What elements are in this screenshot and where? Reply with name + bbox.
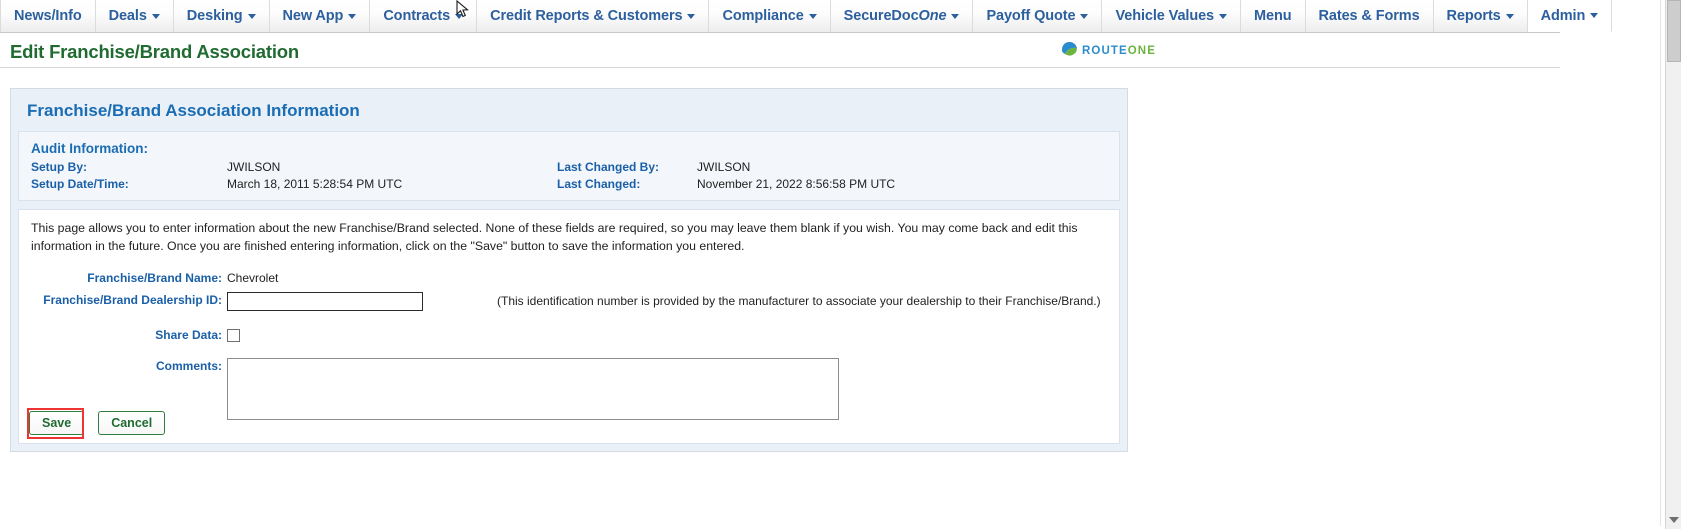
form-row-dealership-id: Franchise/Brand Dealership ID: (This ide…	[31, 291, 1107, 311]
nav-item-label: Admin	[1540, 7, 1586, 24]
nav-item-news-info[interactable]: News/Info	[0, 0, 96, 32]
nav-item-vehicle-values[interactable]: Vehicle Values	[1102, 0, 1242, 32]
nav-item-label: Desking	[186, 8, 243, 24]
page-title-bar: Edit Franchise/Brand Association ROUTEON…	[0, 33, 1560, 68]
brand-name-value: Chevrolet	[227, 270, 279, 285]
nav-item-deals[interactable]: Deals	[95, 0, 174, 32]
audit-information-box: Audit Information: Setup By: JWILSON Las…	[18, 131, 1120, 201]
share-data-checkbox[interactable]	[227, 328, 240, 342]
nav-item-reports[interactable]: Reports	[1433, 0, 1528, 32]
dealership-id-input[interactable]	[227, 291, 423, 311]
nav-item-label-emphasis: One	[918, 8, 947, 24]
scrollbar-thumb[interactable]	[1667, 0, 1681, 62]
chevron-down-icon	[1505, 13, 1514, 19]
setup-by-label: Setup By:	[31, 160, 88, 174]
form-row-brand-name: Franchise/Brand Name: Chevrolet	[31, 270, 1107, 285]
chevron-down-icon	[348, 13, 357, 19]
panel-title: Franchise/Brand Association Information	[27, 101, 360, 120]
nav-item-admin[interactable]: Admin	[1527, 0, 1613, 32]
last-changed-by-label: Last Changed By:	[557, 160, 660, 174]
form-row-comments: Comments:	[31, 357, 1107, 420]
chevron-down-icon	[1590, 13, 1599, 18]
nav-item-label: Compliance	[722, 8, 804, 24]
nav-item-credit-reports-customers[interactable]: Credit Reports & Customers	[477, 0, 710, 32]
nav-item-label: Payoff Quote	[986, 8, 1076, 24]
nav-item-label: Contracts	[383, 8, 451, 24]
nav-item-new-app[interactable]: New App	[269, 0, 371, 32]
form-row-share-data: Share Data:	[31, 327, 1107, 342]
chevron-down-icon	[1219, 13, 1228, 19]
nav-item-desking[interactable]: Desking	[173, 0, 270, 32]
setup-datetime-label: Setup Date/Time:	[31, 177, 129, 191]
vertical-scrollbar[interactable]	[1665, 0, 1681, 529]
nav-item-label: Deals	[108, 8, 147, 24]
save-button[interactable]: Save	[29, 410, 85, 435]
nav-item-label: Rates & Forms	[1318, 8, 1420, 24]
routeone-logo: ROUTEONE	[1061, 42, 1156, 59]
intro-instruction-text: This page allows you to enter informatio…	[31, 221, 1078, 253]
nav-item-label: SecureDoc	[843, 8, 919, 24]
nav-item-label: News/Info	[14, 8, 82, 24]
nav-item-menu[interactable]: Menu	[1241, 0, 1306, 32]
nav-item-compliance[interactable]: Compliance	[709, 0, 831, 32]
nav-item-label: Menu	[1254, 8, 1292, 24]
chevron-down-icon	[247, 13, 256, 19]
logo-text-one: ONE	[1127, 44, 1156, 57]
last-changed-value: November 21, 2022 8:56:58 PM UTC	[697, 177, 896, 191]
cancel-button[interactable]: Cancel	[98, 410, 166, 435]
franchise-brand-association-panel: Franchise/Brand Association Information …	[10, 88, 1128, 452]
page-title: Edit Franchise/Brand Association	[10, 41, 299, 62]
last-changed-by-value: JWILSON	[697, 160, 751, 174]
share-data-label: Share Data:	[155, 327, 222, 342]
nav-item-label: Reports	[1446, 8, 1501, 24]
scroll-down-arrow-icon[interactable]	[1669, 517, 1679, 523]
brand-name-label: Franchise/Brand Name:	[87, 270, 222, 285]
dealership-id-hint: (This identification number is provided …	[497, 293, 1101, 308]
nav-item-label: New App	[282, 8, 344, 24]
logo-text: ROUTEONE	[1082, 45, 1156, 57]
comments-label: Comments:	[155, 358, 222, 373]
form-content-area: This page allows you to enter informatio…	[18, 209, 1120, 444]
nav-item-payoff-quote[interactable]: Payoff Quote	[973, 0, 1103, 32]
setup-datetime-value: March 18, 2011 5:28:54 PM UTC	[227, 177, 403, 191]
dealership-id-label: Franchise/Brand Dealership ID:	[43, 292, 222, 307]
nav-item-securedocone[interactable]: SecureDoc One	[830, 0, 974, 32]
main-navigation-bar: News/Info Deals Desking New App Contract…	[0, 0, 1613, 33]
setup-by-value: JWILSON	[227, 160, 281, 174]
chevron-down-icon	[1080, 13, 1089, 19]
chevron-down-icon	[951, 13, 960, 19]
chevron-down-icon	[808, 13, 817, 19]
chevron-down-icon	[455, 13, 464, 19]
nav-item-label: Credit Reports & Customers	[490, 8, 683, 24]
routeone-swoosh-icon	[1062, 42, 1078, 56]
logo-text-route: ROUTE	[1082, 44, 1128, 57]
nav-item-contracts[interactable]: Contracts	[370, 0, 478, 32]
last-changed-label: Last Changed:	[557, 177, 641, 191]
chevron-down-icon	[687, 13, 696, 19]
form-action-buttons: Save Cancel	[29, 410, 166, 435]
nav-item-rates-forms[interactable]: Rates & Forms	[1305, 0, 1434, 32]
audit-information-heading: Audit Information:	[31, 141, 148, 156]
chevron-down-icon	[151, 13, 160, 19]
nav-item-label: Vehicle Values	[1115, 8, 1215, 24]
audit-information-grid: Setup By: JWILSON Last Changed By: JWILS…	[19, 160, 1119, 191]
comments-textarea[interactable]	[227, 357, 839, 420]
